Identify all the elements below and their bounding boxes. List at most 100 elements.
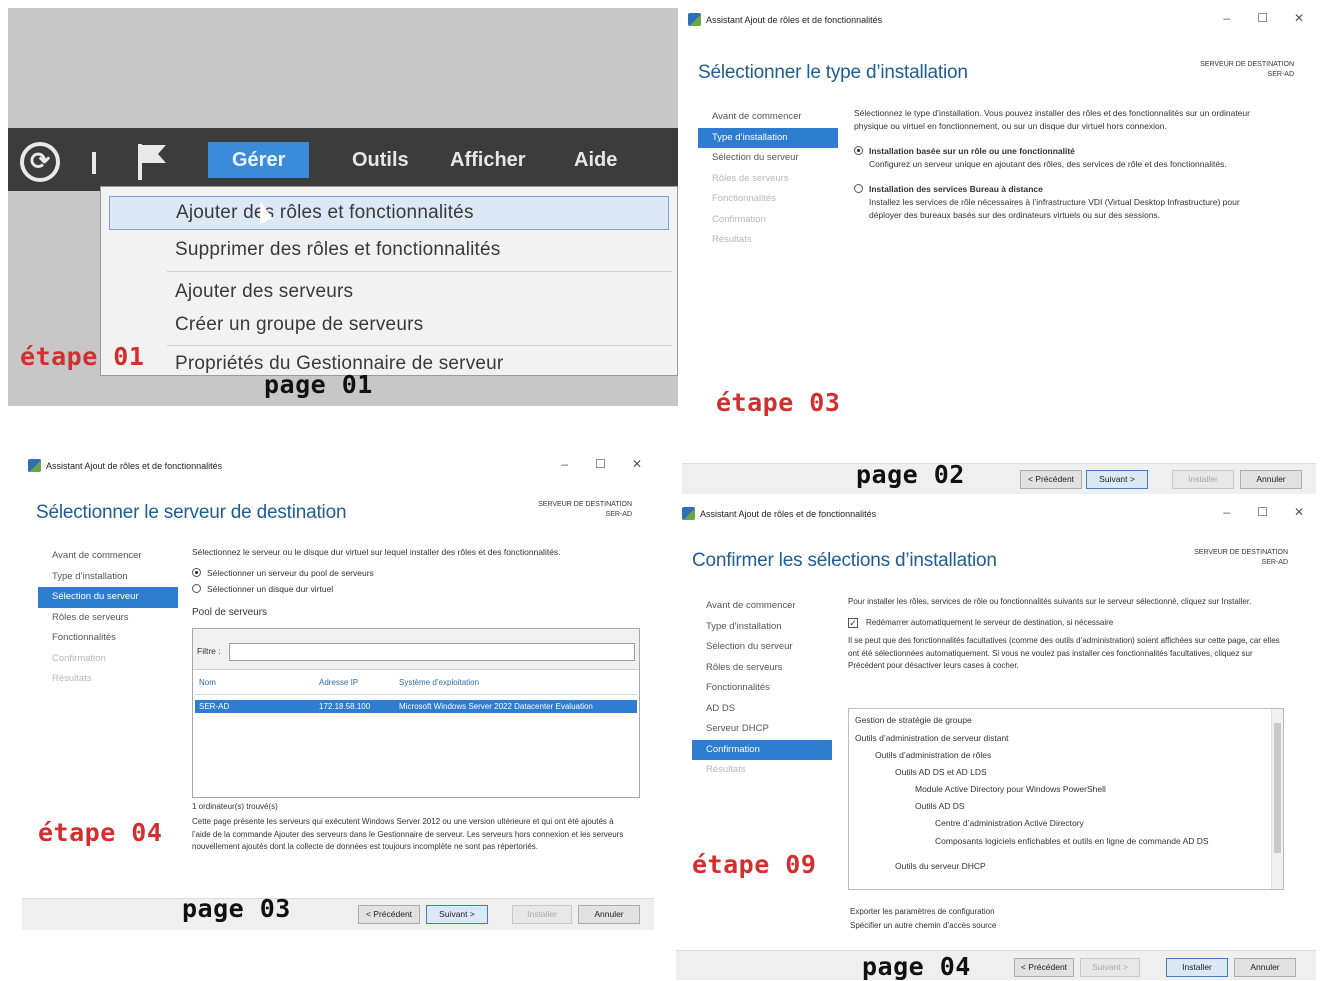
cancel-button[interactable]: Annuler [1234,958,1296,977]
nav-item[interactable]: AD DS [692,699,832,720]
dest-server: SER-AD [1267,71,1294,78]
table-row[interactable]: SER-AD 172.18.58.100 Microsoft Windows S… [195,700,637,713]
option-role-based[interactable]: Installation basée sur un rôle ou une fo… [854,145,1274,158]
menu-item-add-servers[interactable]: Ajouter des serveurs [175,281,353,303]
menu-divider [167,271,672,272]
menu-item-remove-roles[interactable]: Supprimer des rôles et fonctionnalités [175,239,501,261]
nav-item-disabled: Rôles de serveurs [712,172,789,184]
column-header[interactable]: Système d’exploitation [399,678,479,687]
server-count: 1 ordinateur(s) trouvé(s) [192,802,278,811]
radio-vhd[interactable]: Sélectionner un disque dur virtuel [192,583,642,596]
menu-afficher[interactable]: Afficher [426,142,550,178]
nav-item[interactable]: Sélection du serveur [692,637,832,658]
dest-label: SERVEUR DE DESTINATION [1200,61,1294,68]
minimize-button[interactable]: – [1223,11,1230,25]
refresh-icon[interactable]: ⟳ [20,142,60,182]
menu-outils[interactable]: Outils [328,142,433,178]
server-pool-list: Filtre : Nom Adresse IP Système d’exploi… [192,628,640,798]
cancel-button[interactable]: Annuler [578,905,640,924]
nav-item-selected[interactable]: Confirmation [692,739,832,760]
radio-selected-icon[interactable] [192,568,201,577]
close-button[interactable]: ✕ [632,457,642,471]
nav-item[interactable]: Fonctionnalités [692,678,832,699]
cell-name: SER-AD [199,702,230,711]
nav-item[interactable]: Avant de commencer [38,546,178,567]
tree-item: Module Active Directory pour Windows Pow… [915,784,1106,794]
close-button[interactable]: ✕ [1294,11,1304,25]
maximize-button[interactable]: ☐ [1257,11,1268,25]
option-remote-desktop[interactable]: Installation des services Bureau à dista… [854,183,1274,196]
maximize-button[interactable]: ☐ [595,457,606,471]
menu-divider [167,345,672,346]
checkbox-checked-icon[interactable]: ✓ [848,617,858,628]
wizard-nav: Avant de commencer Type d’installation S… [38,546,178,690]
tree-scrollbar[interactable] [1271,709,1283,889]
step-label-04: étape 04 [38,818,163,847]
wizard-content: Sélectionnez le type d’installation. Vou… [854,107,1274,222]
alternate-source-link[interactable]: Spécifier un autre chemin d’accès source [850,919,996,932]
nav-item-disabled: Confirmation [712,213,766,225]
nav-item-selected[interactable]: Sélection du serveur [38,587,178,608]
nav-item[interactable]: Avant de commencer [692,596,832,617]
nav-item[interactable]: Rôles de serveurs [692,658,832,679]
nav-item[interactable]: Avant de commencer [698,107,838,128]
dest-server: SER-AD [1261,559,1288,566]
tree-item: Outils d’administration de serveur dista… [855,733,1009,743]
scrollbar-thumb[interactable] [1274,723,1281,853]
menu-item-add-roles[interactable]: Ajouter des rôles et fonctionnalités [109,196,669,230]
destination-server-info: SERVEUR DE DESTINATION SER-AD [1194,548,1288,568]
restart-checkbox-row[interactable]: ✓ Redémarrer automatiquement le serveur d… [848,617,1284,630]
step-label-09: étape 09 [692,850,817,879]
restart-label: Redémarrer automatiquement le serveur de… [866,617,1114,627]
previous-button[interactable]: < Précédent [358,905,420,924]
previous-button[interactable]: < Précédent [1014,958,1074,977]
column-header[interactable]: Adresse IP [319,678,358,687]
next-button[interactable]: Suivant > [1086,470,1148,489]
column-header[interactable]: Nom [199,678,216,687]
menu-item-create-group[interactable]: Créer un groupe de serveurs [175,314,423,336]
nav-item[interactable]: Sélection du serveur [698,148,838,169]
export-config-link[interactable]: Exporter les paramètres de configuration [850,905,995,918]
intro-text: Sélectionnez le type d’installation. Vou… [854,108,1250,131]
install-button: Installer [1172,470,1234,489]
wizard-nav: Avant de commencer Type d’installation S… [698,107,838,251]
wizard-footer: < Précédent Suivant > Installer Annuler [676,950,1316,980]
close-button[interactable]: ✕ [1294,505,1304,519]
previous-button[interactable]: < Précédent [1020,470,1082,489]
destination-server-info: SERVEUR DE DESTINATION SER-AD [1200,60,1294,80]
cancel-button[interactable]: Annuler [1240,470,1302,489]
nav-item[interactable]: Serveur DHCP [692,719,832,740]
menu-aide[interactable]: Aide [550,142,641,178]
wizard-content: Sélectionnez le serveur ou le disque dur… [192,546,642,619]
pool-note: Cette page présente les serveurs qui exé… [192,817,624,851]
cell-os: Microsoft Windows Server 2022 Datacenter… [399,702,593,711]
minimize-button[interactable]: – [1223,505,1230,519]
nav-item[interactable]: Rôles de serveurs [38,608,178,629]
nav-item[interactable]: Type d’installation [38,567,178,588]
radio-label: Sélectionner un disque dur virtuel [207,584,334,594]
minimize-button[interactable]: – [561,457,568,471]
menu-gerer[interactable]: Gérer [208,142,310,178]
nav-item[interactable]: Type d’installation [692,617,832,638]
step-label-03: étape 03 [716,388,841,417]
nav-item[interactable]: Fonctionnalités [38,628,178,649]
cell-ip: 172.18.58.100 [319,702,371,711]
gerer-dropdown: Ajouter des rôles et fonctionnalités Sup… [100,186,678,376]
step-label-01: étape 01 [20,342,145,371]
page-label-01: page 01 [264,370,373,399]
tree-item: Outils du serveur DHCP [895,861,986,871]
maximize-button[interactable]: ☐ [1257,505,1268,519]
nav-item-selected[interactable]: Type d’installation [698,127,838,148]
install-button[interactable]: Installer [1166,958,1228,977]
option-title: Installation des services Bureau à dista… [869,184,1043,194]
nav-item-disabled: Fonctionnalités [712,193,776,204]
radio-selected-icon[interactable] [854,146,863,155]
radio-pool[interactable]: Sélectionner un serveur du pool de serve… [192,567,642,580]
filter-input[interactable] [229,643,635,661]
radio-icon[interactable] [192,584,201,593]
notifications-flag-icon[interactable] [136,142,170,182]
radio-icon[interactable] [854,184,863,193]
install-button: Installer [512,905,572,924]
intro-text: Sélectionnez le serveur ou le disque dur… [192,547,561,557]
next-button[interactable]: Suivant > [426,905,488,924]
